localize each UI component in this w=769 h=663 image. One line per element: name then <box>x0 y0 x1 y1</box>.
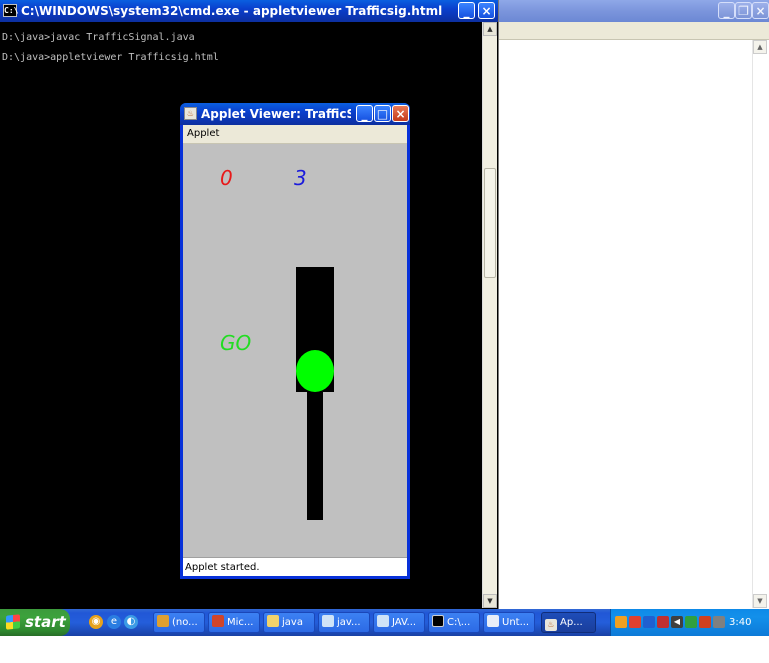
tray-app-icon[interactable] <box>629 616 641 628</box>
untitled-title-bar[interactable]: _ ❐ × <box>499 0 769 22</box>
untitled-window: _ ❐ × ▲ ▼ <box>498 0 769 609</box>
folder-icon <box>267 615 279 627</box>
powerpoint-icon <box>212 615 224 627</box>
notepad-icon <box>322 615 334 627</box>
minimize-button[interactable]: _ <box>718 2 735 19</box>
close-button[interactable]: × <box>392 105 409 122</box>
cmd-window-title: C:\WINDOWS\system32\cmd.exe - appletview… <box>21 4 443 18</box>
volume-icon[interactable]: ◀ <box>671 616 683 628</box>
scroll-down-arrow-icon[interactable]: ▼ <box>483 594 497 608</box>
tray-app-icon[interactable] <box>699 616 711 628</box>
counter-right: 3 <box>294 166 307 190</box>
start-button[interactable]: start <box>0 609 70 636</box>
task-chrome[interactable]: (no... <box>153 612 205 633</box>
applet-menubar: Applet <box>183 125 407 144</box>
task-powerpoint[interactable]: Mic... <box>208 612 260 633</box>
scroll-up-arrow-icon[interactable]: ▲ <box>483 22 497 36</box>
signal-status-text: GO <box>220 331 252 355</box>
untitled-toolbar <box>499 22 769 40</box>
cmd-icon <box>432 615 444 627</box>
task-label: Ap... <box>560 617 583 628</box>
minimize-button[interactable]: _ <box>458 2 475 19</box>
task-cmd[interactable]: C:\... <box>428 612 480 633</box>
scroll-up-arrow-icon[interactable]: ▲ <box>753 40 767 54</box>
taskbar: start ◉ e ◐ (no... Mic... java jav... JA… <box>0 609 769 655</box>
green-light <box>296 350 334 392</box>
scroll-down-arrow-icon[interactable]: ▼ <box>753 594 767 608</box>
task-untitled[interactable]: Unt... <box>483 612 535 633</box>
task-label: JAV... <box>392 617 417 628</box>
quicklaunch-media-icon[interactable]: ◐ <box>124 615 138 629</box>
java-icon: ♨ <box>184 107 197 120</box>
close-button[interactable]: × <box>752 2 769 19</box>
task-label: Unt... <box>502 617 530 628</box>
cmd-scrollbar[interactable]: ▲ ▼ <box>482 22 497 608</box>
task-notepad-2[interactable]: JAV... <box>373 612 425 633</box>
counter-left: 0 <box>220 166 233 190</box>
cmd-icon: C:\ <box>3 4 19 17</box>
task-notepad-1[interactable]: jav... <box>318 612 370 633</box>
minimize-button[interactable]: _ <box>356 105 373 122</box>
quicklaunch-chrome-icon[interactable]: ◉ <box>89 615 103 629</box>
traffic-signal-pole <box>307 392 323 520</box>
document-icon <box>487 615 499 627</box>
applet-menu[interactable]: Applet <box>187 128 219 139</box>
close-button[interactable]: × <box>478 2 495 19</box>
java-icon: ♨ <box>545 619 557 631</box>
tray-app-icon[interactable] <box>685 616 697 628</box>
task-applet-viewer[interactable]: ♨ Ap... <box>541 612 596 633</box>
clock[interactable]: 3:40 PM <box>729 609 769 663</box>
applet-status-bar: Applet started. <box>183 557 407 576</box>
notepad-icon <box>377 615 389 627</box>
tray-app-icon[interactable] <box>615 616 627 628</box>
applet-title-bar[interactable]: ♨ Applet Viewer: TrafficSignal.cl... _ □… <box>180 103 410 125</box>
task-label: jav... <box>337 617 361 628</box>
start-label: start <box>25 613 66 631</box>
applet-window-title: Applet Viewer: TrafficSignal.cl... <box>201 107 351 121</box>
cmd-title-bar[interactable]: C:\ C:\WINDOWS\system32\cmd.exe - applet… <box>0 0 498 22</box>
system-tray: ◀ 3:40 PM <box>610 609 769 655</box>
cmd-line-1: D:\java>javac TrafficSignal.java <box>2 32 195 43</box>
task-java-folder[interactable]: java <box>263 612 315 633</box>
applet-viewer-window: ♨ Applet Viewer: TrafficSignal.cl... _ □… <box>180 103 410 579</box>
applet-canvas: 0 3 GO <box>183 144 407 557</box>
task-label: (no... <box>172 617 198 628</box>
windows-logo-icon <box>6 614 20 630</box>
cmd-line-2: D:\java>appletviewer Trafficsig.html <box>2 52 219 63</box>
task-label: Mic... <box>227 617 254 628</box>
scroll-thumb[interactable] <box>484 168 496 278</box>
tray-app-icon[interactable] <box>713 616 725 628</box>
maximize-button[interactable]: □ <box>374 105 391 122</box>
tray-app-icon[interactable] <box>643 616 655 628</box>
chrome-icon <box>157 615 169 627</box>
task-label: java <box>282 617 303 628</box>
untitled-scrollbar[interactable]: ▲ ▼ <box>752 40 767 608</box>
restore-button[interactable]: ❐ <box>735 2 752 19</box>
quicklaunch-ie-icon[interactable]: e <box>107 615 121 629</box>
tray-app-icon[interactable] <box>657 616 669 628</box>
task-label: C:\... <box>447 617 471 628</box>
